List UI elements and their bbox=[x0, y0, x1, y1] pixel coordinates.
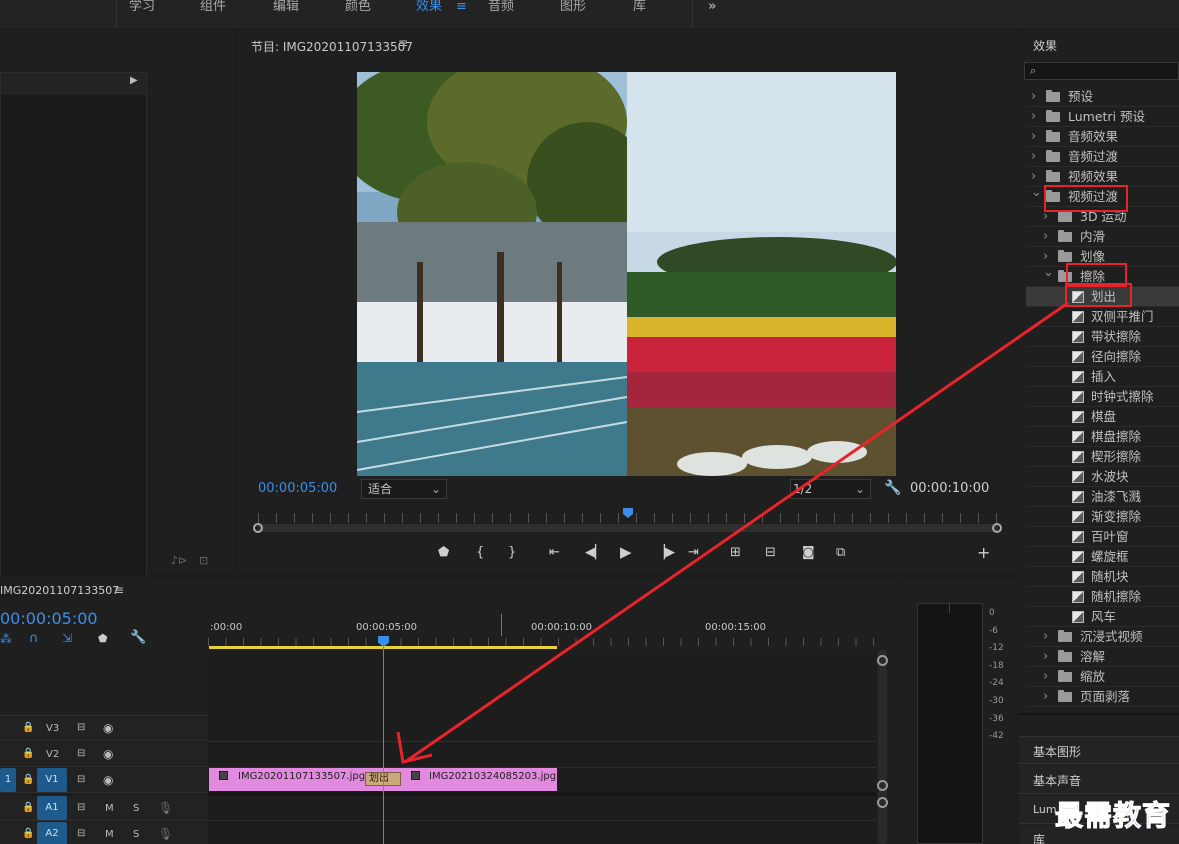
annotation-arrow bbox=[396, 301, 1069, 764]
